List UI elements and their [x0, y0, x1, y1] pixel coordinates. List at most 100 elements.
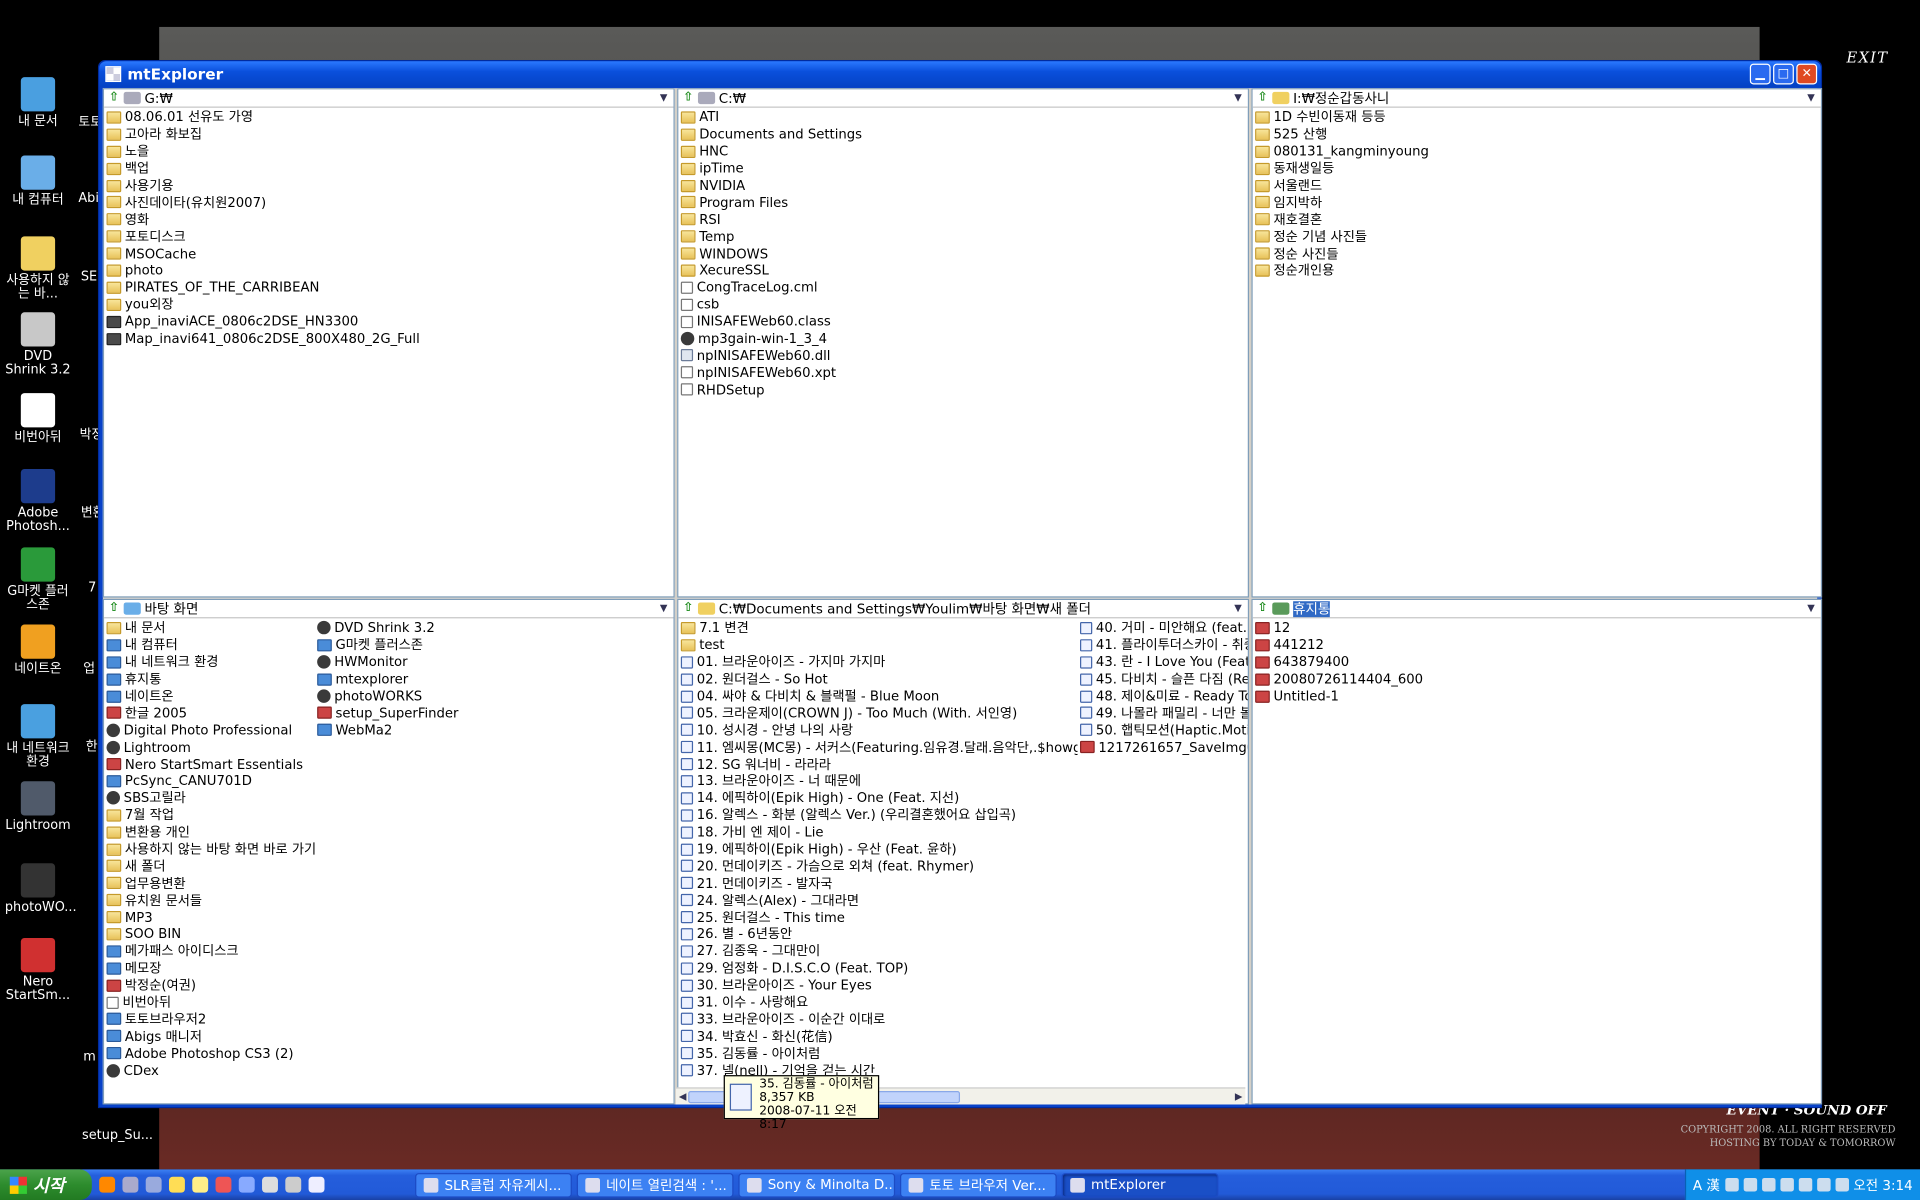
file-list-item[interactable]: ipTime — [680, 160, 1245, 177]
file-list-item[interactable]: 16. 알렉스 - 화분 (알렉스 Ver.) (우리결혼했어요 삽입곡) — [680, 807, 1075, 824]
file-list-item[interactable]: 41. 플라이투더스카이 - 취중 — [1080, 637, 1248, 654]
file-list-item[interactable]: 643879400 — [1255, 654, 1818, 671]
file-list-item[interactable]: npINISAFEWeb60.xpt — [680, 364, 1245, 381]
file-list-item[interactable]: 18. 가비 엔 제이 - Lie — [680, 824, 1075, 841]
file-list-item[interactable]: Digital Photo Professional — [106, 722, 317, 739]
quicklaunch-app-icon[interactable] — [145, 1176, 162, 1193]
file-list-item[interactable]: NVIDIA — [680, 177, 1245, 194]
file-list-item[interactable]: SBS고릴라 — [106, 790, 317, 807]
file-list-item[interactable]: Map_inavi641_0806c2DSE_800X480_2G_Full — [106, 330, 671, 347]
file-list-item[interactable]: 10. 성시경 - 안녕 나의 사랑 — [680, 722, 1075, 739]
desktop-shortcut-label[interactable]: 7 — [88, 580, 96, 595]
desktop-shortcut[interactable]: 내 컴퓨터 — [5, 155, 71, 207]
desktop-shortcut-label[interactable]: SE — [81, 269, 97, 284]
tray-app-icon[interactable] — [1761, 1177, 1775, 1192]
file-list-item[interactable]: 7월 작업 — [106, 807, 317, 824]
file-list-item[interactable]: 1217261657_SaveImg0%5l — [1080, 739, 1248, 756]
desktop-shortcut[interactable]: Adobe Photosh... — [5, 468, 71, 534]
file-list-item[interactable]: 21. 먼데이키즈 - 발자국 — [680, 875, 1075, 892]
file-list-item[interactable]: Documents and Settings — [680, 126, 1245, 143]
file-list-item[interactable]: 비번아뒤 — [106, 994, 317, 1011]
file-list-item[interactable]: 49. 나몰라 패밀리 - 너만 볼 — [1080, 705, 1248, 722]
file-list-item[interactable]: photoWORKS — [317, 688, 458, 705]
file-list-item[interactable]: 33. 브라운아이즈 - 이순간 이대로 — [680, 1011, 1075, 1028]
desktop-shortcut-label[interactable]: m — [83, 1049, 96, 1064]
desktop-shortcut[interactable]: 내 문서 — [5, 77, 71, 128]
file-list-item[interactable]: 34. 박효신 - 화신(花信) — [680, 1028, 1075, 1045]
file-list-item[interactable]: CongTraceLog.cml — [680, 279, 1245, 296]
file-list-item[interactable]: 441212 — [1255, 637, 1818, 654]
desktop-shortcut-label[interactable]: setup_Su... — [82, 1128, 153, 1143]
file-list-item[interactable]: DVD Shrink 3.2 — [317, 620, 458, 637]
file-list-item[interactable]: SOO BIN — [106, 926, 317, 943]
chevron-down-icon[interactable]: ▼ — [1804, 601, 1819, 616]
file-list-item[interactable]: 서울랜드 — [1255, 177, 1818, 194]
desktop-shortcut-label[interactable]: Abi — [78, 191, 99, 206]
file-list-item[interactable]: 동재생일등 — [1255, 160, 1818, 177]
file-list-item[interactable]: 04. 싸야 & 다비치 & 블랙펄 - Blue Moon — [680, 688, 1075, 705]
file-list-item[interactable]: Adobe Photoshop CS3 (2) — [106, 1045, 317, 1062]
file-list-item[interactable]: 01. 브라운아이즈 - 가지마 가지마 — [680, 654, 1075, 671]
quicklaunch-gif-icon[interactable] — [285, 1176, 302, 1193]
file-list-item[interactable]: 변환용 개인 — [106, 824, 317, 841]
file-list-item[interactable]: mp3gain-win-1_3_4 — [680, 330, 1245, 347]
file-list-item[interactable]: 1D 수빈이동재 등등 — [1255, 109, 1818, 126]
file-list-item[interactable]: 메모장 — [106, 960, 317, 977]
file-list-item[interactable]: csb — [680, 296, 1245, 313]
file-list-item[interactable]: 30. 브라운아이즈 - Your Eyes — [680, 977, 1075, 994]
file-list-item[interactable]: 31. 이수 - 사랑해요 — [680, 994, 1075, 1011]
file-list-item[interactable]: 48. 제이&미료 - Ready To L — [1080, 688, 1248, 705]
file-list-item[interactable]: 02. 원더걸스 - So Hot — [680, 671, 1075, 688]
chevron-down-icon[interactable]: ▼ — [1804, 91, 1819, 106]
file-list-item[interactable]: INISAFEWeb60.class — [680, 313, 1245, 330]
file-list-item[interactable]: CDex — [106, 1062, 317, 1079]
file-list-item[interactable]: 20080726114404_600 — [1255, 671, 1818, 688]
maximize-button[interactable]: □ — [1773, 63, 1794, 85]
file-list-item[interactable]: mtexplorer — [317, 671, 458, 688]
file-list-item[interactable]: 50. 햅틱모션(Haptic.Motion — [1080, 722, 1248, 739]
file-list-item[interactable]: 정순 사진들 — [1255, 245, 1818, 262]
quicklaunch-ie-icon[interactable] — [238, 1176, 255, 1193]
desktop-shortcut[interactable]: 비번아뒤 — [5, 393, 71, 444]
tray-app-icon[interactable] — [1798, 1177, 1812, 1192]
file-list-item[interactable]: Nero StartSmart Essentials — [106, 756, 317, 773]
file-list-item[interactable]: MP3 — [106, 909, 317, 926]
file-list-item[interactable]: setup_SuperFinder — [317, 705, 458, 722]
quicklaunch-app-icon[interactable] — [192, 1176, 209, 1193]
file-list-item[interactable]: 35. 김동률 - 아이처럼 — [680, 1045, 1075, 1062]
file-list-item[interactable]: 27. 김종욱 - 그대만이 — [680, 943, 1075, 960]
file-list-item[interactable]: 백업 — [106, 160, 671, 177]
file-list-item[interactable]: XecureSSL — [680, 262, 1245, 279]
up-folder-icon[interactable]: ⇧ — [681, 601, 696, 616]
taskbar-button[interactable]: 네이트 열린검색 : '... — [576, 1172, 734, 1197]
file-list-item[interactable]: Temp — [680, 228, 1245, 245]
desktop-shortcut[interactable]: G마켓 플러스존 — [5, 547, 71, 612]
desktop-shortcut[interactable]: DVD Shrink 3.2 — [5, 312, 71, 377]
up-folder-icon[interactable]: ⇧ — [107, 91, 122, 106]
file-list-item[interactable]: 525 산행 — [1255, 126, 1818, 143]
scroll-right-icon[interactable]: ▶ — [1232, 1090, 1245, 1103]
file-list-item[interactable]: 고아라 화보집 — [106, 126, 671, 143]
desktop-shortcut[interactable]: Nero StartSm... — [5, 937, 71, 1003]
quicklaunch-firefox-icon[interactable] — [99, 1176, 116, 1193]
address-bar[interactable]: ⇧ 휴지통 ▼ — [1252, 600, 1821, 619]
address-bar[interactable]: ⇧ G:₩ ▼ — [104, 89, 674, 108]
address-bar[interactable]: ⇧ 바탕 화면 ▼ — [104, 600, 674, 619]
file-list-item[interactable]: 정순개인용 — [1255, 262, 1818, 279]
file-list-item[interactable]: WebMa2 — [317, 722, 458, 739]
start-button[interactable]: 시작 — [0, 1169, 92, 1200]
file-list-item[interactable]: PIRATES_OF_THE_CARRIBEAN — [106, 279, 671, 296]
file-list-item[interactable]: 19. 에픽하이(Epik High) - 우산 (Feat. 윤하) — [680, 841, 1075, 858]
file-list-item[interactable]: 업무용변환 — [106, 875, 317, 892]
file-list-item[interactable]: 14. 에픽하이(Epik High) - One (Feat. 지선) — [680, 790, 1075, 807]
file-list-item[interactable]: Program Files — [680, 194, 1245, 211]
chevron-down-icon[interactable]: ▼ — [656, 91, 671, 106]
file-list-item[interactable]: 사용하지 않는 바탕 화면 바로 가기 — [106, 841, 316, 858]
file-list-item[interactable]: 한글 2005 — [106, 705, 317, 722]
minimize-button[interactable]: ▁ — [1749, 63, 1771, 85]
file-list-item[interactable]: photo — [106, 262, 671, 279]
file-list-item[interactable]: HWMonitor — [317, 654, 458, 671]
address-bar[interactable]: ⇧ I:₩정순갑동사니 ▼ — [1252, 89, 1821, 108]
tray-app-icon[interactable] — [1779, 1177, 1794, 1192]
quicklaunch-app-icon[interactable] — [215, 1176, 232, 1193]
